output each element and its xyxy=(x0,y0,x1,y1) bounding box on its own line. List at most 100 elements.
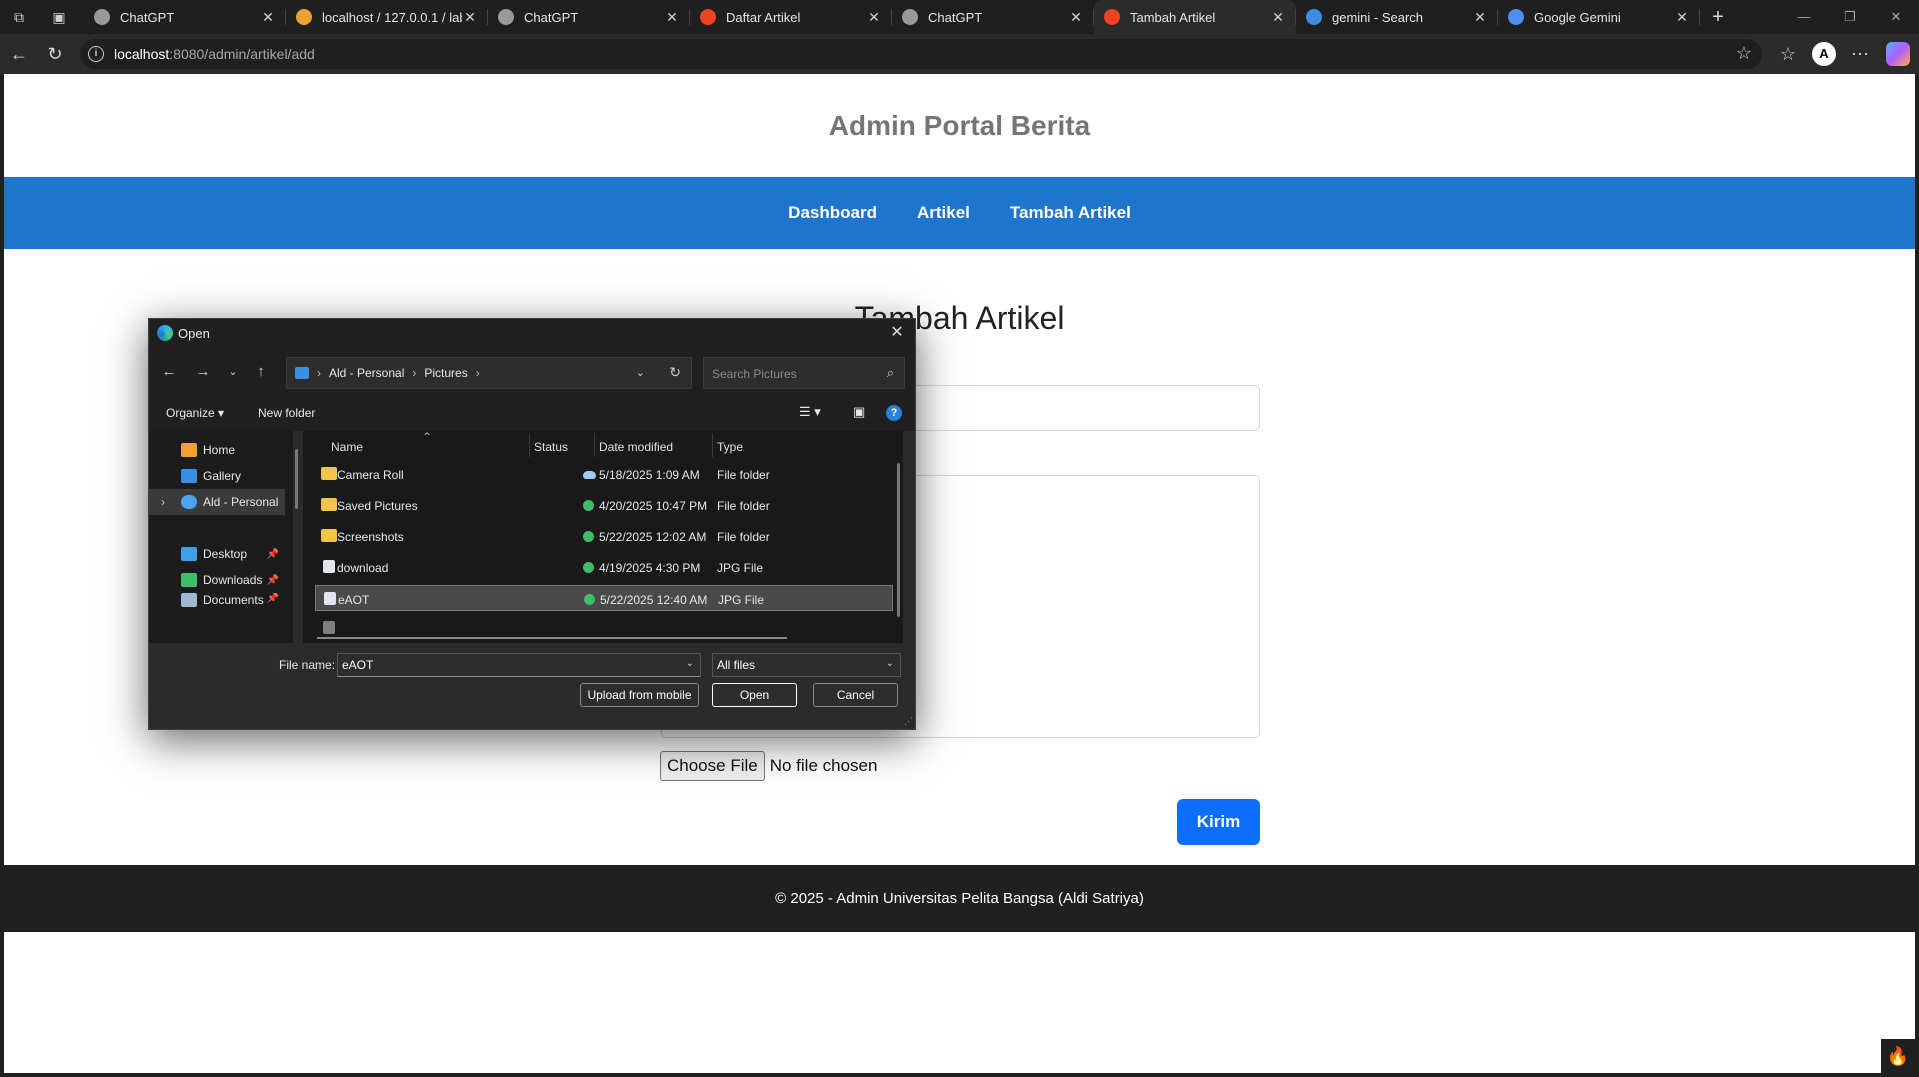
minimize-button[interactable]: — xyxy=(1781,4,1827,30)
browser-tab[interactable]: ChatGPT ✕ xyxy=(488,0,690,34)
browser-tab[interactable]: Google Gemini ✕ xyxy=(1498,0,1700,34)
favorites-icon[interactable]: ☆ xyxy=(1776,42,1800,66)
resize-grip-icon[interactable]: ⋰ xyxy=(904,716,913,727)
pictures-icon xyxy=(295,367,309,379)
close-tab-icon[interactable]: ✕ xyxy=(664,9,680,26)
breadcrumb-ald-personal[interactable]: Ald - Personal xyxy=(329,366,404,380)
table-row[interactable]: Saved Pictures 4/20/2025 10:47 PM File fol… xyxy=(315,492,893,518)
forward-arrow-icon[interactable]: → xyxy=(193,362,213,382)
chevron-down-icon[interactable]: ⌄ xyxy=(636,366,645,379)
close-tab-icon[interactable]: ✕ xyxy=(462,9,478,26)
browser-tab-bar: ⧉ ▣ ChatGPT ✕ localhost / 127.0.0.1 / lab_… xyxy=(0,0,1919,34)
file-list-hscrollbar[interactable] xyxy=(317,637,787,639)
browser-tab[interactable]: localhost / 127.0.0.1 / lab_ ✕ xyxy=(286,0,488,34)
expand-chevron-icon[interactable]: › xyxy=(161,495,165,509)
file-name: download xyxy=(337,561,389,575)
new-tab-button[interactable]: + xyxy=(1706,5,1730,29)
browser-tab[interactable]: ChatGPT ✕ xyxy=(892,0,1094,34)
nav-pane-item[interactable]: Downloads 📌 xyxy=(149,567,285,593)
close-window-button[interactable]: ✕ xyxy=(1873,4,1919,30)
tab-title: ChatGPT xyxy=(120,9,175,25)
nav-pane-item[interactable]: Desktop 📌 xyxy=(149,541,285,567)
new-folder-button[interactable]: New folder xyxy=(258,406,315,420)
preview-pane-icon[interactable]: ▣ xyxy=(853,404,865,420)
file-date: 5/18/2025 1:09 AM xyxy=(599,468,700,482)
table-row-partial[interactable] xyxy=(315,617,893,634)
submit-button[interactable]: Kirim xyxy=(1177,799,1260,845)
gemini-icon xyxy=(1508,9,1524,25)
column-date-modified[interactable]: Date modified xyxy=(599,440,673,454)
dialog-title-bar: Open ✕ xyxy=(149,319,915,349)
nav-pane-item[interactable]: Gallery xyxy=(149,463,285,489)
codeigniter-toolbar-icon[interactable]: 🔥 xyxy=(1881,1039,1915,1073)
nav-pane-scrollbar[interactable] xyxy=(295,449,298,509)
search-input[interactable]: Search Pictures ⌕ xyxy=(703,357,905,389)
browser-tab[interactable]: Daftar Artikel ✕ xyxy=(690,0,892,34)
file-name: Camera Roll xyxy=(337,468,404,482)
nav-pane-item[interactable]: Home xyxy=(149,437,285,463)
close-tab-icon[interactable]: ✕ xyxy=(260,9,276,26)
column-type[interactable]: Type xyxy=(717,440,743,454)
close-tab-icon[interactable]: ✕ xyxy=(1068,9,1084,26)
site-info-icon[interactable]: i xyxy=(88,46,104,62)
chevron-down-icon[interactable]: ⌄ xyxy=(686,658,694,669)
view-options-icon[interactable]: ☰ ▾ xyxy=(799,404,821,420)
browser-tab[interactable]: Tambah Artikel ✕ xyxy=(1094,0,1296,34)
nav-pane-item[interactable]: › Ald - Personal xyxy=(149,489,285,515)
close-tab-icon[interactable]: ✕ xyxy=(1270,9,1286,26)
nav-dashboard-link[interactable]: Dashboard xyxy=(788,203,877,223)
refresh-icon[interactable]: ↻ xyxy=(669,364,681,381)
table-row[interactable]: Camera Roll 5/18/2025 1:09 AM File folder xyxy=(315,461,893,487)
breadcrumb[interactable]: › Ald - Personal › Pictures › ⌄ ↻ xyxy=(286,357,692,389)
no-file-label: No file chosen xyxy=(769,756,878,775)
browser-tab[interactable]: gemini - Search ✕ xyxy=(1296,0,1498,34)
nav-tambah-artikel-link[interactable]: Tambah Artikel xyxy=(1010,203,1131,223)
browser-tab[interactable]: ChatGPT ✕ xyxy=(84,0,286,34)
download-icon xyxy=(181,573,197,587)
footer: © 2025 - Admin Universitas Pelita Bangsa… xyxy=(4,865,1915,932)
address-toolbar: ← ↻ i localhost:8080/admin/artikel/add ☆… xyxy=(0,34,1919,74)
vertical-tabs-icon[interactable]: ▣ xyxy=(48,6,70,28)
close-icon[interactable]: ✕ xyxy=(887,323,907,343)
open-button[interactable]: Open xyxy=(712,683,797,707)
table-row[interactable]: Screenshots 5/22/2025 12:02 AM File folder xyxy=(315,523,893,549)
breadcrumb-pictures[interactable]: Pictures xyxy=(424,366,467,380)
help-icon[interactable]: ? xyxy=(886,405,902,421)
nav-artikel-link[interactable]: Artikel xyxy=(917,203,970,223)
table-row[interactable]: eAOT 5/22/2025 12:40 AM JPG File xyxy=(315,585,893,611)
codeigniter-icon xyxy=(700,9,716,25)
back-arrow-icon[interactable]: ← xyxy=(7,42,31,66)
tab-strip: ChatGPT ✕ localhost / 127.0.0.1 / lab_ ✕ Cha… xyxy=(84,0,1700,34)
back-arrow-icon[interactable]: ← xyxy=(159,362,179,382)
close-tab-icon[interactable]: ✕ xyxy=(1472,9,1488,26)
copilot-icon[interactable] xyxy=(1886,42,1910,66)
refresh-icon[interactable]: ↻ xyxy=(43,42,67,66)
cancel-button[interactable]: Cancel xyxy=(813,683,898,707)
file-type: File folder xyxy=(717,530,770,544)
close-tab-icon[interactable]: ✕ xyxy=(866,9,882,26)
more-menu-icon[interactable]: ⋯ xyxy=(1848,42,1872,66)
workspaces-icon[interactable]: ⧉ xyxy=(8,6,30,28)
column-status[interactable]: Status xyxy=(534,440,568,454)
file-name-label: File name: xyxy=(279,658,336,672)
recent-locations-icon[interactable]: ⌄ xyxy=(223,362,243,382)
tab-title: Tambah Artikel xyxy=(1130,9,1216,25)
restore-button[interactable]: ❐ xyxy=(1827,4,1873,30)
nav-pane-label: Documents xyxy=(203,593,264,607)
choose-file-button[interactable]: Choose File xyxy=(660,751,765,781)
table-row[interactable]: download 4/19/2025 4:30 PM JPG File xyxy=(315,554,893,580)
gallery-icon xyxy=(181,469,197,483)
upload-from-mobile-button[interactable]: Upload from mobile xyxy=(580,683,699,707)
nav-pane-item[interactable]: Documents 📌 xyxy=(149,593,285,607)
column-name[interactable]: Name xyxy=(331,440,363,454)
organize-button[interactable]: Organize ▾ xyxy=(166,406,224,420)
profile-avatar[interactable]: A xyxy=(1812,42,1836,66)
dialog-title: Open xyxy=(178,326,210,341)
close-tab-icon[interactable]: ✕ xyxy=(1674,9,1690,26)
file-type-select[interactable]: All files ⌄ xyxy=(712,653,901,677)
address-bar[interactable]: i localhost:8080/admin/artikel/add ☆ xyxy=(80,39,1762,69)
up-arrow-icon[interactable]: ↑ xyxy=(251,362,271,382)
file-name-input[interactable]: eAOT ⌄ xyxy=(337,653,701,677)
file-list-scrollbar[interactable] xyxy=(897,463,900,617)
favorite-star-icon[interactable]: ☆ xyxy=(1736,43,1752,64)
